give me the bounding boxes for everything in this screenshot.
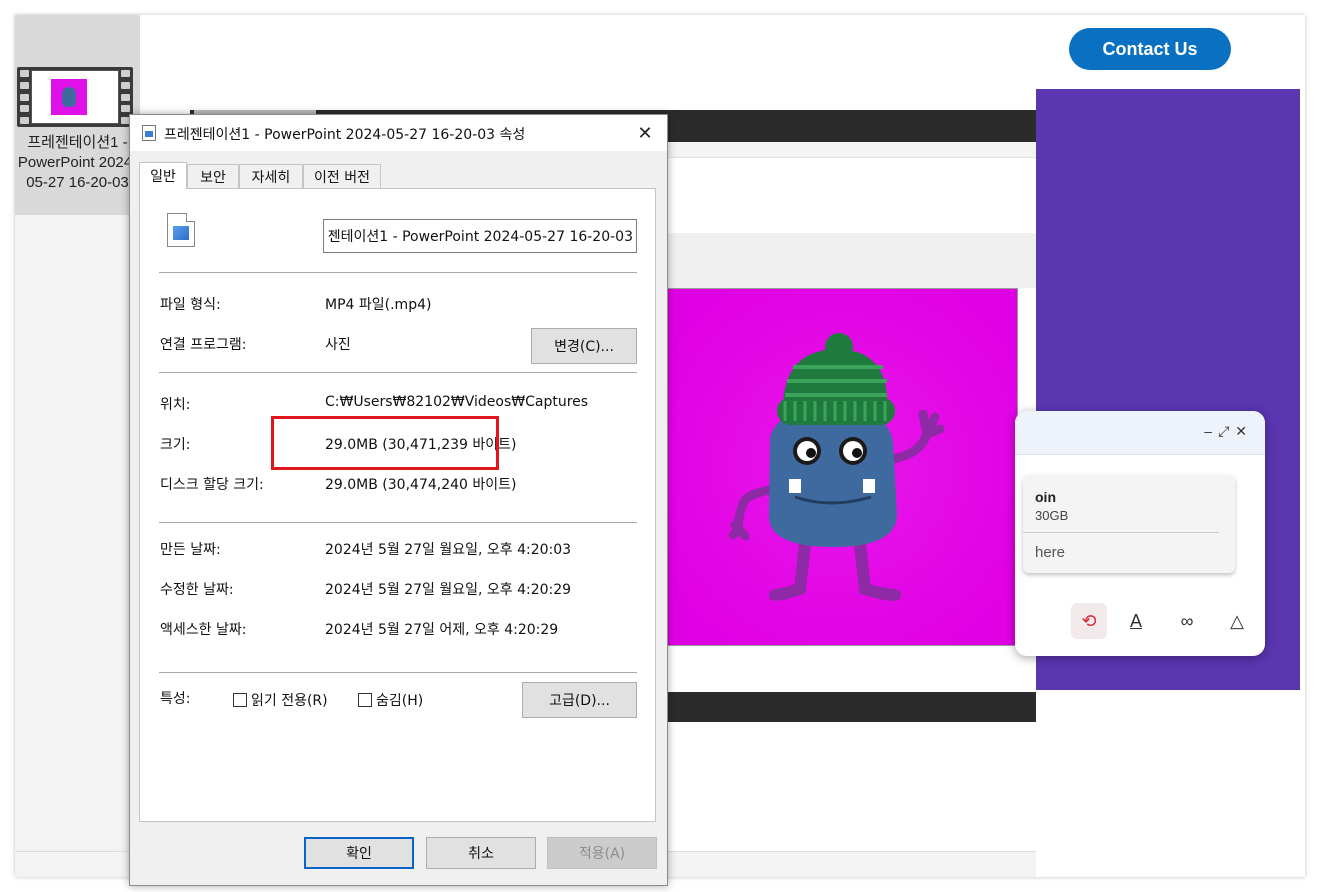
modified-value: 2024년 5월 27일 월요일, 오후 4:20:29	[325, 582, 572, 598]
thumbnail-monster-icon	[62, 87, 76, 107]
video-thumbnail	[17, 67, 133, 127]
size-label: 크기:	[160, 437, 191, 453]
divider	[159, 522, 637, 523]
expand-icon[interactable]: ⤢	[1218, 423, 1235, 439]
monster-illustration	[665, 289, 1017, 645]
opens-with-value: 사진	[325, 337, 351, 353]
film-holes-left	[20, 70, 29, 124]
explorer-empty-area	[15, 215, 140, 855]
contact-us-button[interactable]: Contact Us	[1069, 28, 1231, 70]
dialog-titlebar: 프레젠테이션1 - PowerPoint 2024-05-27 16-20-03…	[130, 115, 667, 151]
file-type-label: 파일 형식:	[160, 297, 221, 313]
change-button[interactable]: 변경(C)...	[531, 328, 637, 364]
file-name-label: 프레젠테이션1 - PowerPoint 2024-05-27 16-20-03	[17, 134, 138, 191]
apply-button[interactable]: 적용(A)	[547, 837, 657, 869]
opens-with-label: 연결 프로그램:	[160, 337, 247, 353]
tab-security[interactable]: 보안	[187, 164, 239, 188]
tab-general[interactable]: 일반	[139, 162, 187, 189]
cancel-button[interactable]: 취소	[426, 837, 536, 869]
checkbox-box	[233, 693, 247, 707]
widget-card[interactable]: oin 30GB here	[1023, 475, 1235, 573]
widget-card-placeholder: here	[1035, 544, 1066, 561]
readonly-label: 읽기 전용(R)	[251, 693, 328, 709]
widget-card-divider	[1023, 532, 1219, 533]
divider	[159, 272, 637, 273]
close-icon[interactable]: ✕	[1235, 423, 1253, 439]
text-color-icon[interactable]: A	[1118, 603, 1154, 639]
ok-button[interactable]: 확인	[304, 837, 414, 869]
file-photo-icon	[167, 213, 195, 247]
file-type-value: MP4 파일(.mp4)	[325, 297, 432, 313]
location-label: 위치:	[160, 397, 191, 413]
screen: 프레젠테이션1 - PowerPoint 2024-05-27 16-20-03	[0, 0, 1320, 892]
close-icon[interactable]: ✕	[623, 115, 667, 151]
attributes-label: 특성:	[160, 691, 191, 707]
advanced-button[interactable]: 고급(D)...	[522, 682, 637, 718]
divider	[159, 372, 637, 373]
checkbox-box	[358, 693, 372, 707]
tab-previous-versions[interactable]: 이전 버전	[303, 164, 381, 188]
general-tab-panel: 파일 형식: MP4 파일(.mp4) 연결 프로그램: 사진 변경(C)...…	[139, 188, 656, 822]
widget-card-size: 30GB	[1035, 508, 1069, 523]
tab-details[interactable]: 자세히	[239, 164, 303, 188]
created-label: 만든 날짜:	[160, 542, 221, 558]
divider	[159, 672, 637, 673]
video-preview	[664, 288, 1018, 646]
location-value: C:₩Users₩82102₩Videos₩Captures	[325, 394, 589, 410]
minimize-icon[interactable]: –	[1204, 423, 1218, 439]
accessed-label: 액세스한 날짜:	[160, 622, 247, 638]
widget-header: –⤢✕	[1015, 411, 1265, 455]
size-highlight-box	[271, 416, 499, 470]
file-photo-icon	[142, 125, 156, 141]
created-value: 2024년 5월 27일 월요일, 오후 4:20:03	[325, 542, 572, 558]
file-tile-selected[interactable]: 프레젠테이션1 - PowerPoint 2024-05-27 16-20-03	[15, 15, 140, 215]
file-name-field[interactable]	[323, 219, 637, 253]
repeat-message-icon[interactable]: ⟲	[1071, 603, 1107, 639]
hidden-checkbox[interactable]: 숨김(H)	[358, 690, 423, 710]
drive-icon[interactable]: △	[1219, 603, 1255, 639]
link-icon[interactable]: ∞	[1169, 603, 1205, 639]
dialog-title: 프레젠테이션1 - PowerPoint 2024-05-27 16-20-03…	[164, 127, 526, 143]
properties-dialog: 프레젠테이션1 - PowerPoint 2024-05-27 16-20-03…	[129, 114, 668, 886]
disk-size-value: 29.0MB (30,474,240 바이트)	[325, 477, 517, 493]
hidden-label: 숨김(H)	[376, 693, 424, 709]
modified-label: 수정한 날짜:	[160, 582, 234, 598]
disk-size-label: 디스크 할당 크기:	[160, 477, 264, 493]
accessed-value: 2024년 5월 27일 어제, 오후 4:20:29	[325, 622, 559, 638]
attribute-checkboxes: 읽기 전용(R) 숨김(H)	[233, 690, 533, 710]
floating-widget: –⤢✕ oin 30GB here ⟲ A ∞ △	[1015, 411, 1265, 656]
widget-window-controls: –⤢✕	[1204, 423, 1253, 440]
widget-toolbar: ⟲ A ∞ △	[1035, 603, 1265, 643]
widget-card-title: oin	[1035, 489, 1056, 505]
readonly-checkbox[interactable]: 읽기 전용(R)	[233, 690, 328, 710]
